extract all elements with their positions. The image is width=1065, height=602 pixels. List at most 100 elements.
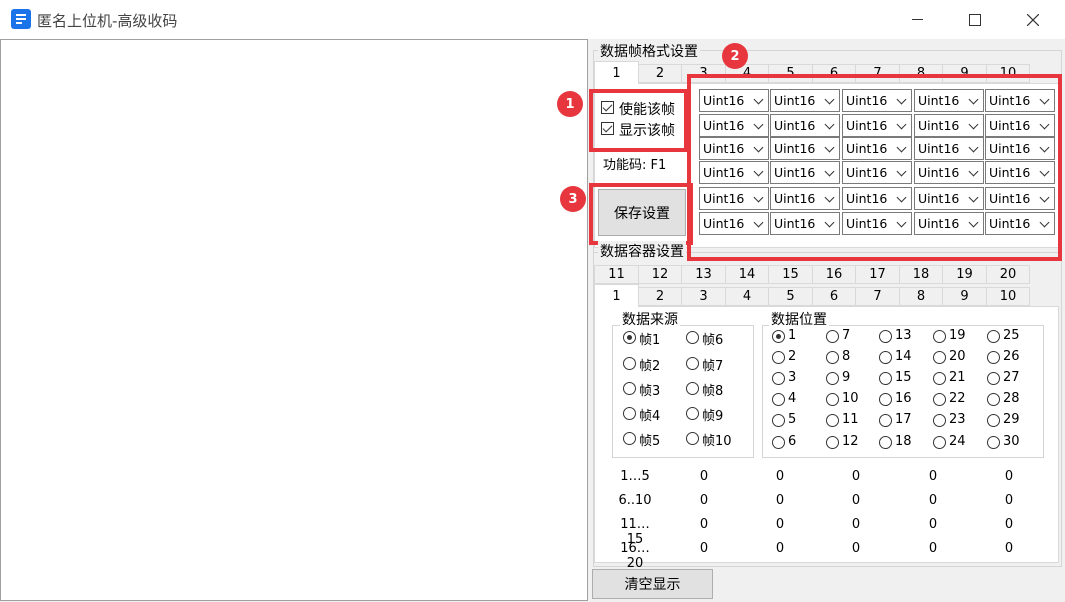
position-22-radio[interactable] xyxy=(933,393,946,406)
position-14-radio[interactable] xyxy=(879,351,892,364)
frame-tab-2[interactable]: 2 xyxy=(638,64,682,83)
value-cell: 0 xyxy=(1004,493,1014,508)
source-frame-6-radio[interactable] xyxy=(686,331,699,344)
position-24-label: 24 xyxy=(949,434,966,449)
position-16-radio[interactable] xyxy=(879,393,892,406)
position-15-radio[interactable] xyxy=(879,372,892,385)
container-tab-10[interactable]: 10 xyxy=(986,287,1030,306)
source-frame-2-radio[interactable] xyxy=(623,357,636,370)
source-frame-3-radio[interactable] xyxy=(623,382,636,395)
position-10-radio[interactable] xyxy=(826,393,839,406)
position-21-label: 21 xyxy=(949,370,966,385)
position-16-label: 16 xyxy=(895,391,912,406)
position-22-label: 22 xyxy=(949,391,966,406)
source-frame-1-radio[interactable] xyxy=(623,331,636,344)
source-frame-10-label: 帧10 xyxy=(702,434,732,449)
window-title: 匿名上位机-高级收码 xyxy=(37,12,178,30)
container-tab-5[interactable]: 5 xyxy=(768,287,813,306)
position-27-radio[interactable] xyxy=(987,372,1000,385)
position-26-label: 26 xyxy=(1003,349,1020,364)
container-tab-19[interactable]: 19 xyxy=(942,265,987,284)
value-cell: 0 xyxy=(699,517,709,532)
position-4-radio[interactable] xyxy=(772,393,785,406)
source-frame-9-radio[interactable] xyxy=(686,407,699,420)
position-23-radio[interactable] xyxy=(933,414,946,427)
container-tab-2[interactable]: 2 xyxy=(638,287,682,306)
position-1-radio[interactable] xyxy=(772,330,785,343)
container-tab-7[interactable]: 7 xyxy=(855,287,900,306)
value-cell: 0 xyxy=(928,469,938,484)
position-17-radio[interactable] xyxy=(879,414,892,427)
frame-format-title: 数据帧格式设置 xyxy=(598,41,700,61)
position-24-radio[interactable] xyxy=(933,436,946,449)
container-tab-20[interactable]: 20 xyxy=(986,265,1030,284)
value-cell: 0 xyxy=(928,517,938,532)
source-frame-1-label: 帧1 xyxy=(639,333,661,348)
position-12-radio[interactable] xyxy=(826,436,839,449)
source-frame-8-radio[interactable] xyxy=(686,382,699,395)
container-tab-17[interactable]: 17 xyxy=(855,265,900,284)
container-tab-3[interactable]: 3 xyxy=(681,287,726,306)
annotation-box-2 xyxy=(687,74,1062,261)
position-25-radio[interactable] xyxy=(987,330,1000,343)
source-frame-9-label: 帧9 xyxy=(702,409,724,424)
value-cell: 0 xyxy=(775,469,785,484)
container-tab-12[interactable]: 12 xyxy=(638,265,682,284)
position-9-radio[interactable] xyxy=(826,372,839,385)
position-23-label: 23 xyxy=(949,412,966,427)
position-11-radio[interactable] xyxy=(826,414,839,427)
container-tab-8[interactable]: 8 xyxy=(899,287,943,306)
position-29-label: 29 xyxy=(1003,412,1020,427)
container-tab-6[interactable]: 6 xyxy=(812,287,856,306)
position-20-radio[interactable] xyxy=(933,351,946,364)
data-display-area[interactable] xyxy=(0,39,588,601)
value-cell: 0 xyxy=(699,493,709,508)
position-28-radio[interactable] xyxy=(987,393,1000,406)
source-frame-4-radio[interactable] xyxy=(623,407,636,420)
container-tab-18[interactable]: 18 xyxy=(899,265,943,284)
position-4-label: 4 xyxy=(788,391,797,406)
source-frame-10-radio[interactable] xyxy=(686,432,699,445)
value-cell: 0 xyxy=(851,541,861,556)
annotation-badge-1: 1 xyxy=(557,91,583,117)
position-5-radio[interactable] xyxy=(772,414,785,427)
container-tab-1[interactable]: 1 xyxy=(594,284,639,307)
value-cell: 0 xyxy=(928,493,938,508)
container-tab-11[interactable]: 11 xyxy=(594,265,639,284)
values-row-label: 16…20 xyxy=(620,541,650,571)
container-tab-16[interactable]: 16 xyxy=(812,265,856,284)
position-30-radio[interactable] xyxy=(987,436,1000,449)
position-9-label: 9 xyxy=(842,370,851,385)
position-5-label: 5 xyxy=(788,412,797,427)
position-13-radio[interactable] xyxy=(879,330,892,343)
maximize-button[interactable] xyxy=(952,0,998,39)
position-3-radio[interactable] xyxy=(772,372,785,385)
source-frame-5-radio[interactable] xyxy=(623,432,636,445)
position-7-radio[interactable] xyxy=(826,330,839,343)
close-button[interactable] xyxy=(1010,0,1056,39)
values-row-label: 1…5 xyxy=(620,469,650,484)
position-18-radio[interactable] xyxy=(879,436,892,449)
position-19-radio[interactable] xyxy=(933,330,946,343)
source-frame-7-radio[interactable] xyxy=(686,357,699,370)
position-29-radio[interactable] xyxy=(987,414,1000,427)
position-8-radio[interactable] xyxy=(826,351,839,364)
container-tab-4[interactable]: 4 xyxy=(725,287,769,306)
position-10-label: 10 xyxy=(842,391,859,406)
container-tab-13[interactable]: 13 xyxy=(681,265,726,284)
frame-tab-1[interactable]: 1 xyxy=(594,61,639,84)
value-cell: 0 xyxy=(699,469,709,484)
container-tab-15[interactable]: 15 xyxy=(768,265,813,284)
function-code-label: 功能码: F1 xyxy=(603,158,667,173)
annotation-box-3 xyxy=(589,183,693,245)
source-frame-5-label: 帧5 xyxy=(639,434,661,449)
container-tab-9[interactable]: 9 xyxy=(942,287,987,306)
container-tab-14[interactable]: 14 xyxy=(725,265,769,284)
minimize-button[interactable] xyxy=(894,0,940,39)
value-cell: 0 xyxy=(775,493,785,508)
position-26-radio[interactable] xyxy=(987,351,1000,364)
position-6-radio[interactable] xyxy=(772,436,785,449)
position-21-radio[interactable] xyxy=(933,372,946,385)
position-2-radio[interactable] xyxy=(772,351,785,364)
clear-display-button[interactable]: 清空显示 xyxy=(592,569,713,599)
